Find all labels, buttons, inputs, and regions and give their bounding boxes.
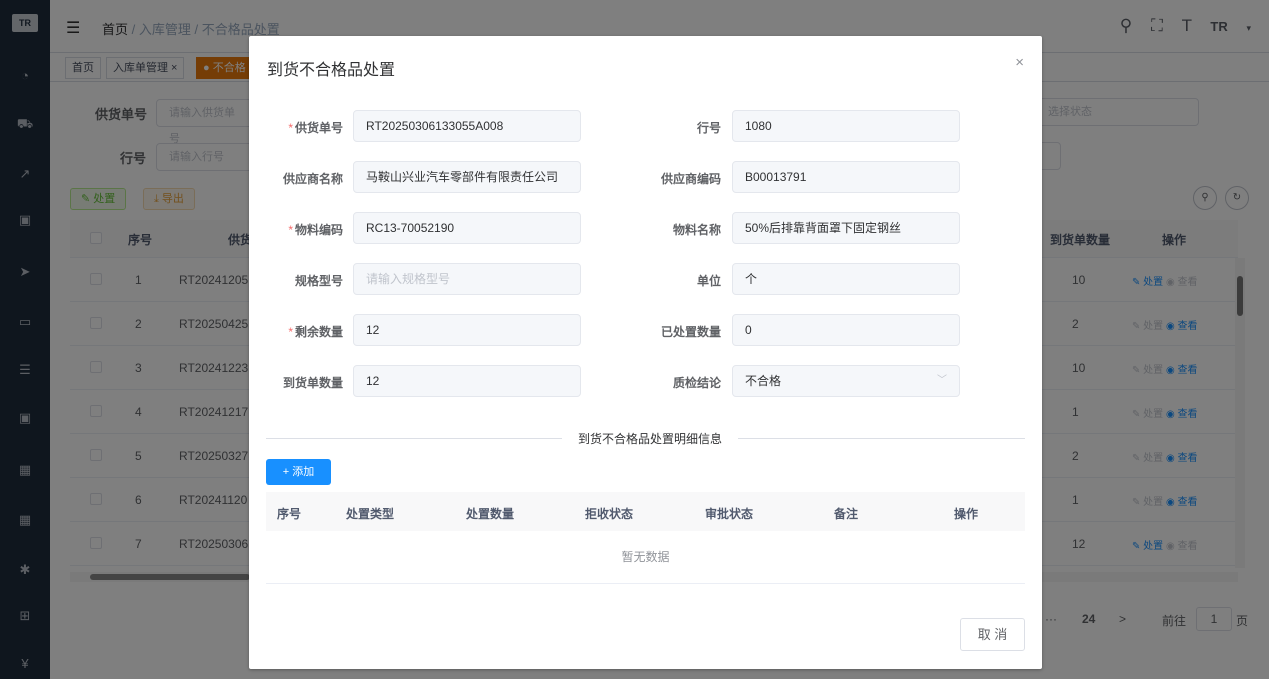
material-code-field[interactable]: RC13-70052190 [353, 212, 581, 244]
remaining-label: * 剩余数量 [288, 325, 343, 339]
sub-col-reject: 拒收状态 [585, 507, 634, 521]
qc-result-select[interactable]: 不合格 ﹀ [732, 365, 960, 397]
line-no-field[interactable]: 1080 [732, 110, 960, 142]
dialog-title: 到货不合格品处置 [267, 62, 396, 79]
material-code-label: * 物料编码 [288, 223, 343, 237]
remaining-field[interactable]: 12 [353, 314, 581, 346]
empty-text: 暂无数据 [266, 531, 1025, 584]
sub-col-type: 处置类型 [346, 507, 395, 521]
supply-no-label: * 供货单号 [288, 121, 343, 135]
line-no-label: 行号 [696, 121, 721, 135]
supplier-code-field[interactable]: B00013791 [732, 161, 960, 193]
sub-col-actions: 操作 [954, 507, 979, 521]
arrival-qty-field[interactable]: 12 [353, 365, 581, 397]
unit-field[interactable]: 个 [732, 263, 960, 295]
sub-col-qty: 处置数量 [466, 507, 515, 521]
supplier-code-label: 供应商编码 [660, 172, 721, 186]
chevron-down-icon: ﹀ [937, 375, 947, 386]
material-name-label: 物料名称 [672, 223, 721, 237]
processed-label: 已处置数量 [660, 325, 721, 339]
sub-col-index: 序号 [277, 507, 302, 521]
add-button[interactable]: + 添加 [266, 459, 331, 485]
disposal-dialog: 到货不合格品处置 × * 供货单号 RT20250306133055A008 行号… [249, 36, 1042, 669]
spec-field[interactable]: 请输入规格型号 [353, 263, 581, 295]
close-icon[interactable]: × [1015, 54, 1024, 71]
sub-col-remark: 备注 [834, 507, 859, 521]
unit-label: 单位 [696, 274, 721, 288]
detail-table-header: 序号 处置类型 处置数量 拒收状态 审批状态 备注 操作 [266, 492, 1025, 531]
section-title: 到货不合格品处置明细信息 [562, 430, 739, 447]
cancel-button[interactable]: 取 消 [960, 618, 1025, 651]
material-name-field[interactable]: 50%后排靠背面罩下固定钢丝 [732, 212, 960, 244]
processed-field[interactable]: 0 [732, 314, 960, 346]
supply-no-field[interactable]: RT20250306133055A008 [353, 110, 581, 142]
supplier-name-label: 供应商名称 [282, 172, 343, 186]
supplier-name-field[interactable]: 马鞍山兴业汽车零部件有限责任公司 [353, 161, 581, 193]
sub-col-approval: 审批状态 [705, 507, 754, 521]
spec-label: 规格型号 [294, 274, 343, 288]
arrival-qty-label: 到货单数量 [282, 376, 343, 390]
qc-result-label: 质检结论 [672, 376, 721, 390]
